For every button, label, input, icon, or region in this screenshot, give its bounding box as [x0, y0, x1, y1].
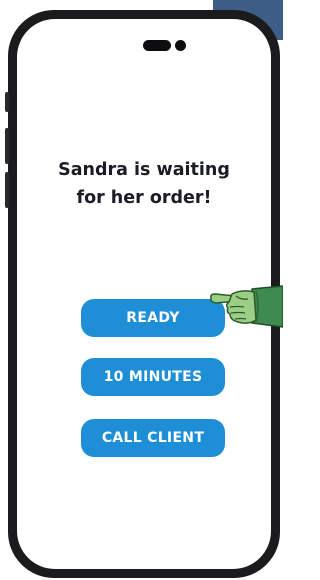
waiting-message-line: Sandra is waiting	[58, 160, 230, 180]
ready-button[interactable]: READY	[81, 299, 225, 337]
pointing-hand-icon	[210, 285, 283, 328]
waiting-message-line: for her order!	[76, 188, 212, 208]
ten-minutes-button[interactable]: 10 MINUTES	[81, 358, 225, 396]
phone-side-button	[5, 172, 9, 208]
waiting-message: Sandra is waiting for her order!	[17, 156, 271, 212]
call-client-button[interactable]: CALL CLIENT	[81, 419, 225, 457]
camera-dot	[175, 40, 186, 51]
phone-side-button	[5, 92, 9, 112]
phone-side-button	[5, 128, 9, 164]
speaker-notch	[143, 40, 171, 51]
